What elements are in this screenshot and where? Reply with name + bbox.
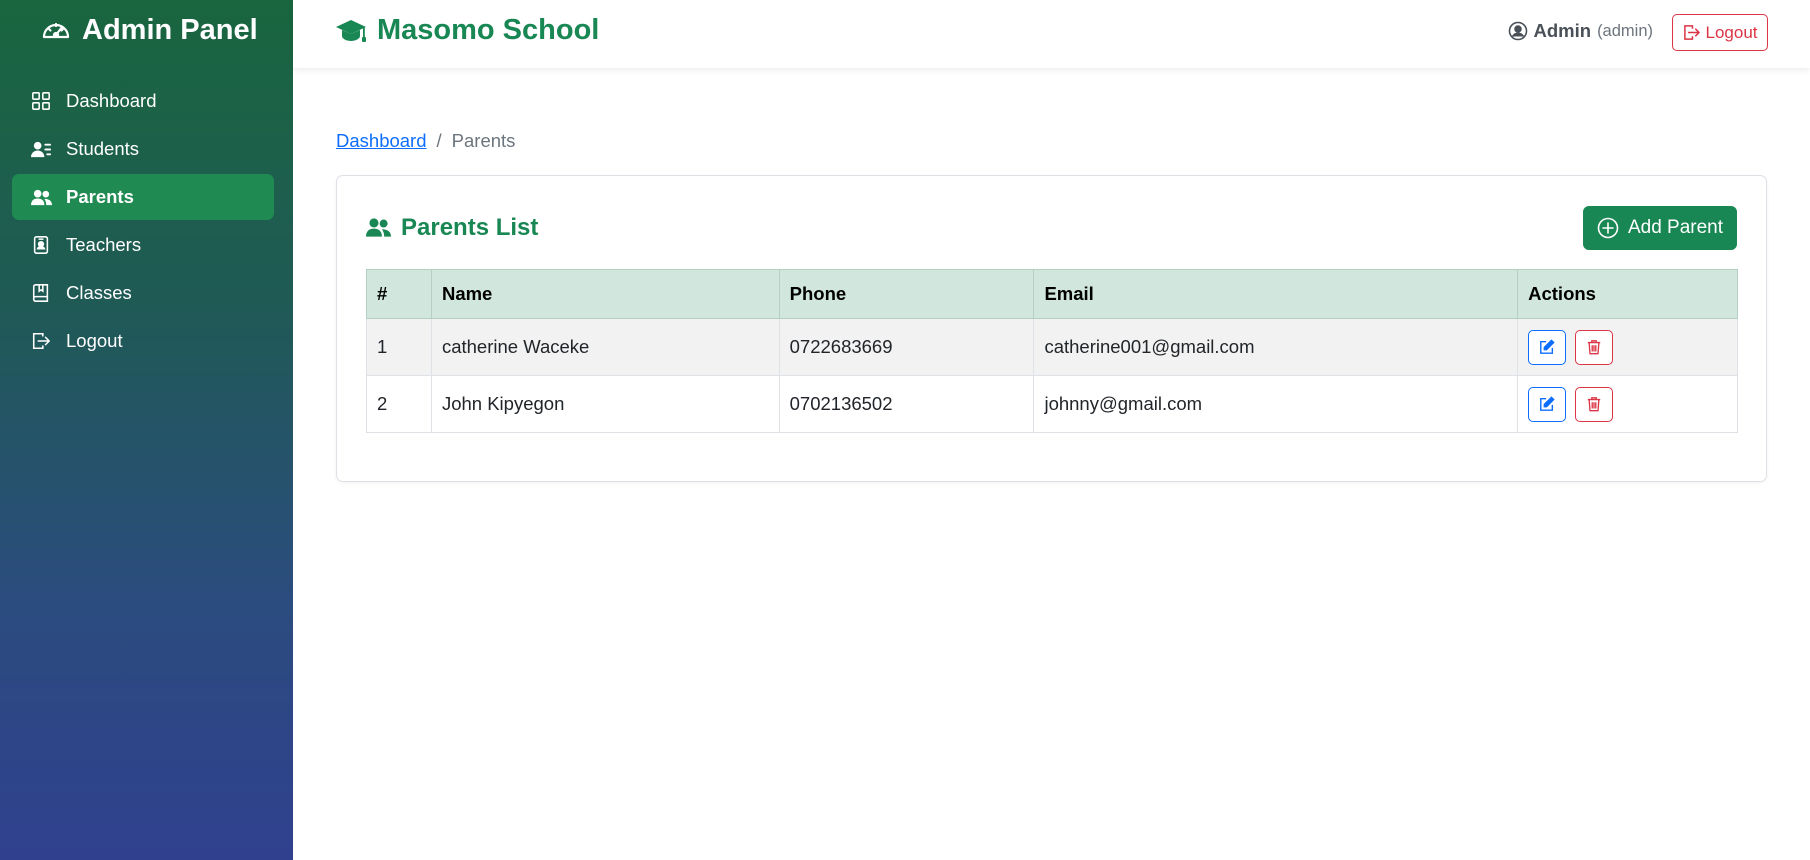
column-header-name: Name — [430, 269, 780, 319]
parents-table: # Name Phone Email Actions 1 catherine W… — [366, 269, 1738, 433]
breadcrumb-dashboard-link[interactable]: Dashboard — [336, 130, 427, 152]
edit-button[interactable] — [1528, 386, 1567, 422]
logout-button[interactable]: Logout — [1672, 14, 1768, 51]
logout-button-label: Logout — [1705, 22, 1758, 42]
person-lines-icon — [30, 138, 52, 160]
table-header-row: # Name Phone Email Actions — [366, 269, 1738, 319]
parents-card: Parents List Add Parent # Name Phone Ema… — [336, 175, 1767, 482]
trash-icon — [1586, 339, 1603, 356]
user-info: Admin (admin) — [1508, 20, 1653, 42]
cell-phone: 0722683669 — [778, 318, 1035, 376]
trash-icon — [1586, 396, 1603, 413]
cell-name: John Kipyegon — [430, 375, 780, 433]
book-icon — [30, 282, 52, 304]
grid-icon — [30, 90, 52, 112]
column-header-phone: Phone — [778, 269, 1035, 319]
pencil-square-icon — [1539, 338, 1556, 356]
card-title: Parents List — [366, 214, 538, 242]
cell-phone: 0702136502 — [778, 375, 1035, 433]
cell-email: johnny@gmail.com — [1033, 375, 1519, 433]
sidebar-nav: Dashboard Students Parents Teachers Clas… — [12, 78, 274, 366]
table-row: 2 John Kipyegon 0702136502 johnny@gmail.… — [366, 375, 1738, 433]
column-header-actions: Actions — [1517, 269, 1738, 319]
card-title-label: Parents List — [401, 214, 539, 241]
sidebar-item-label: Dashboard — [66, 90, 157, 111]
sidebar-brand[interactable]: Admin Panel — [40, 14, 258, 47]
sidebar-brand-label: Admin Panel — [82, 14, 258, 46]
badge-icon — [30, 234, 52, 256]
sidebar-item-label: Parents — [66, 186, 134, 207]
table-row: 1 catherine Waceke 0722683669 catherine0… — [366, 318, 1738, 376]
sidebar-item-label: Logout — [66, 330, 123, 351]
sidebar-item-label: Students — [66, 138, 140, 159]
sidebar-item-dashboard[interactable]: Dashboard — [12, 78, 274, 124]
sidebar-item-logout[interactable]: Logout — [12, 318, 274, 364]
sidebar-item-students[interactable]: Students — [12, 126, 274, 172]
box-arrow-right-icon — [30, 330, 52, 352]
cell-name: catherine Waceke — [430, 318, 780, 376]
breadcrumb-separator: / — [436, 130, 442, 151]
sidebar-item-parents[interactable]: Parents — [12, 174, 274, 220]
cell-actions — [1517, 375, 1738, 433]
sidebar-item-teachers[interactable]: Teachers — [12, 222, 274, 268]
cell-email: catherine001@gmail.com — [1033, 318, 1519, 376]
plus-circle-icon — [1597, 217, 1619, 239]
school-name-label: Masomo School — [377, 14, 600, 46]
delete-button[interactable] — [1575, 329, 1614, 365]
person-circle-icon — [1508, 21, 1528, 41]
sidebar: Admin Panel Dashboard Students Parents T… — [0, 0, 293, 860]
speedometer-icon — [40, 15, 72, 47]
school-name[interactable]: Masomo School — [335, 14, 599, 47]
people-icon — [30, 186, 52, 208]
topbar: Masomo School Admin (admin) Logout — [293, 0, 1810, 68]
box-arrow-right-icon — [1683, 24, 1701, 42]
breadcrumb: Dashboard / Parents — [336, 130, 515, 152]
cell-number: 2 — [366, 375, 432, 433]
people-icon — [366, 215, 392, 241]
cell-actions — [1517, 318, 1738, 376]
column-header-number: # — [366, 269, 432, 319]
breadcrumb-current: Parents — [451, 130, 516, 151]
add-parent-button-label: Add Parent — [1627, 217, 1724, 238]
sidebar-item-label: Teachers — [66, 234, 142, 255]
mortarboard-icon — [335, 15, 367, 47]
edit-button[interactable] — [1528, 329, 1567, 365]
add-parent-button[interactable]: Add Parent — [1583, 206, 1737, 250]
column-header-email: Email — [1033, 269, 1519, 319]
user-name: Admin — [1533, 20, 1592, 41]
delete-button[interactable] — [1575, 386, 1614, 422]
pencil-square-icon — [1539, 395, 1556, 413]
cell-number: 1 — [366, 318, 432, 376]
sidebar-item-classes[interactable]: Classes — [12, 270, 274, 316]
sidebar-item-label: Classes — [66, 282, 132, 303]
user-role: (admin) — [1597, 21, 1653, 40]
